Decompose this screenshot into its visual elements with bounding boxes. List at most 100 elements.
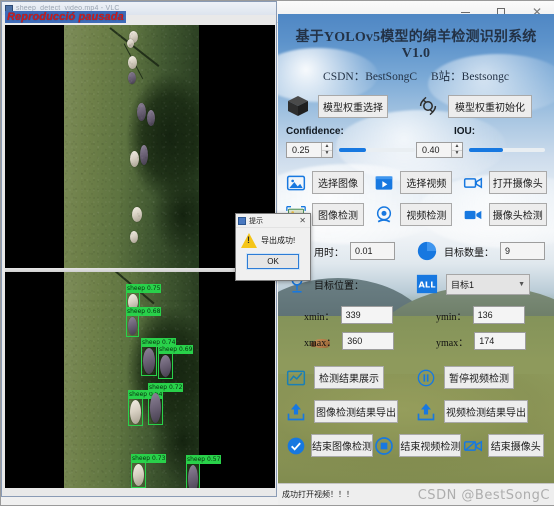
image-detect-button[interactable]: 图像检测 bbox=[312, 203, 364, 226]
dialog-close-icon[interactable]: ✕ bbox=[297, 216, 308, 225]
xmin-label: xmin： bbox=[304, 311, 335, 323]
dialog-message: 导出成功! bbox=[261, 236, 296, 245]
screenshot-root: ✕ 基于YOLOv5模型的绵羊检测识别系统V1.0 CSDN：BestSongC… bbox=[0, 0, 554, 506]
iou-slider-fill bbox=[469, 148, 504, 152]
export-image-result-button[interactable]: 图像检测结果导出 bbox=[314, 400, 398, 423]
dialog-app-icon bbox=[238, 216, 246, 225]
detection-video-pane[interactable]: sheep 0.75 sheep 0.68 sheep 0.74 sheep 0.69… bbox=[5, 272, 275, 488]
sheep-decor bbox=[129, 31, 138, 43]
dialog-body: 导出成功! bbox=[236, 228, 310, 250]
playback-status-osd: Reproducció pausada bbox=[5, 11, 126, 23]
export-success-dialog: 提示 ✕ 导出成功! OK bbox=[235, 213, 311, 281]
count-label: 目标数量： bbox=[444, 247, 494, 259]
ymin-value: 136 bbox=[477, 310, 493, 320]
iou-spin-arrows[interactable]: ▲ ▼ bbox=[451, 143, 462, 157]
sheep-decor bbox=[137, 103, 146, 121]
end-camera-button[interactable]: 结束摄像头 bbox=[487, 434, 544, 457]
target-select-value: 目标1 bbox=[451, 279, 475, 290]
panel-content: 基于YOLOv5模型的绵羊检测识别系统V1.0 CSDN：BestSongC B站… bbox=[278, 14, 554, 457]
detection-bbox: sheep 0.73 bbox=[131, 454, 167, 488]
sheep-decor bbox=[127, 39, 134, 48]
dialog-ok-button[interactable]: OK bbox=[246, 253, 300, 270]
position-label: 目标位置： bbox=[314, 280, 364, 292]
sheep-decor bbox=[128, 72, 136, 84]
bbox-min-row: xmin： 339 ymin： 136 bbox=[286, 306, 546, 324]
dialog-titlebar: 提示 ✕ bbox=[236, 214, 310, 228]
target-row: 目标位置： ALL 目标1 ▼ bbox=[286, 273, 546, 295]
xmax-field: 360 bbox=[342, 332, 395, 350]
iou-value: 0.40 bbox=[422, 145, 440, 155]
ymax-field: 174 bbox=[474, 332, 527, 350]
export-video-result-button[interactable]: 视频检测结果导出 bbox=[444, 400, 528, 423]
svg-text:ALL: ALL bbox=[419, 280, 437, 290]
model-weight-init-button[interactable]: 模型权重初始化 bbox=[448, 94, 532, 118]
model-weight-select-button[interactable]: 模型权重选择 bbox=[318, 94, 388, 118]
open-camera-button[interactable]: 打开摄像头 bbox=[488, 171, 547, 194]
detection-label: sheep 0.73 bbox=[131, 454, 167, 463]
sheep-decor bbox=[128, 56, 137, 69]
end-image-detect-button[interactable]: 结束图像检测 bbox=[311, 434, 373, 457]
field-background bbox=[64, 25, 199, 268]
threshold-control-row: 0.25 ▲ ▼ 0.40 ▲ ▼ bbox=[286, 142, 546, 158]
bili-key: B站： bbox=[431, 71, 462, 83]
branch-decor bbox=[109, 27, 160, 67]
source-select-row: 选择图像 选择视频 打开摄像头 bbox=[286, 171, 547, 194]
export-row: 图像检测结果导出 视频检测结果导出 bbox=[286, 400, 546, 423]
ymax-label: ymax： bbox=[436, 337, 469, 349]
detection-bbox: sheep 0.69 bbox=[158, 345, 194, 379]
webcam-icon bbox=[374, 205, 394, 225]
xmin-value: 339 bbox=[345, 310, 361, 320]
select-image-button[interactable]: 选择图像 bbox=[312, 171, 364, 194]
chart-icon bbox=[286, 368, 306, 388]
pie-chart-icon bbox=[416, 240, 438, 262]
video-detect-button[interactable]: 视频检测 bbox=[400, 203, 453, 226]
sheep-decor bbox=[130, 151, 139, 167]
results-row: 检测结果展示 暂停视频检测 bbox=[286, 366, 546, 389]
xmin-field: 339 bbox=[340, 306, 393, 324]
pause-icon bbox=[416, 368, 436, 388]
xmax-value: 360 bbox=[347, 336, 363, 346]
count-value-field: 9 bbox=[500, 242, 545, 260]
chevron-down-icon: ▼ bbox=[518, 280, 525, 288]
stats-row: 用时： 0.01 目标数量： 9 bbox=[286, 240, 546, 262]
sheep-decor bbox=[132, 207, 142, 222]
dialog-footer: OK bbox=[236, 250, 310, 270]
csdn-key: CSDN： bbox=[323, 71, 366, 83]
iou-spinbox[interactable]: 0.40 ▲ ▼ bbox=[416, 142, 463, 158]
time-value: 0.01 bbox=[355, 246, 373, 256]
end-video-detect-button[interactable]: 结束视频检测 bbox=[399, 434, 462, 457]
iou-slider[interactable] bbox=[469, 143, 545, 157]
watermark: CSDN @BestSongC bbox=[417, 488, 550, 503]
detect-action-row: 图像检测 视频检测 摄像头检测 bbox=[286, 203, 547, 226]
detection-label: sheep 0.57 bbox=[186, 455, 222, 464]
threshold-label-row: Confidence: IOU: bbox=[286, 126, 546, 137]
ymin-label: ymin： bbox=[436, 311, 467, 323]
bili-value: Bestsongc bbox=[461, 71, 509, 83]
ymax-value: 174 bbox=[479, 336, 495, 346]
confidence-spin-down[interactable]: ▼ bbox=[322, 151, 332, 158]
time-label: 用时： bbox=[314, 247, 344, 259]
confidence-slider[interactable] bbox=[339, 143, 415, 157]
status-message: 成功打开视频！！！ bbox=[282, 490, 354, 499]
branch-decor bbox=[123, 43, 144, 80]
dialog-title: 提示 bbox=[249, 217, 263, 225]
confidence-spin-arrows[interactable]: ▲ ▼ bbox=[321, 143, 332, 157]
confidence-value: 0.25 bbox=[292, 145, 310, 155]
camera-detect-button[interactable]: 摄像头检测 bbox=[488, 203, 547, 226]
all-badge-icon: ALL bbox=[416, 273, 438, 295]
confidence-spinbox[interactable]: 0.25 ▲ ▼ bbox=[286, 142, 333, 158]
detection-bbox: sheep 0.72 bbox=[148, 383, 184, 425]
iou-spin-down[interactable]: ▼ bbox=[452, 151, 462, 158]
target-select[interactable]: 目标1 ▼ bbox=[446, 273, 530, 295]
refresh-circle-icon bbox=[416, 94, 440, 118]
sheep-decor bbox=[140, 145, 148, 165]
detection-bbox: sheep 0.74 bbox=[141, 338, 177, 376]
app-window: ✕ 基于YOLOv5模型的绵羊检测识别系统V1.0 CSDN：BestSongC… bbox=[0, 0, 554, 506]
end-actions-row: 结束图像检测 结束视频检测 结束摄像头 bbox=[286, 434, 546, 457]
pause-video-detect-button[interactable]: 暂停视频检测 bbox=[444, 366, 514, 389]
stop-circle-icon bbox=[374, 436, 394, 456]
show-result-button[interactable]: 检测结果展示 bbox=[314, 366, 384, 389]
sheep-decor bbox=[147, 110, 155, 126]
select-video-button[interactable]: 选择视频 bbox=[400, 171, 453, 194]
detection-label: sheep 0.75 bbox=[126, 284, 162, 293]
